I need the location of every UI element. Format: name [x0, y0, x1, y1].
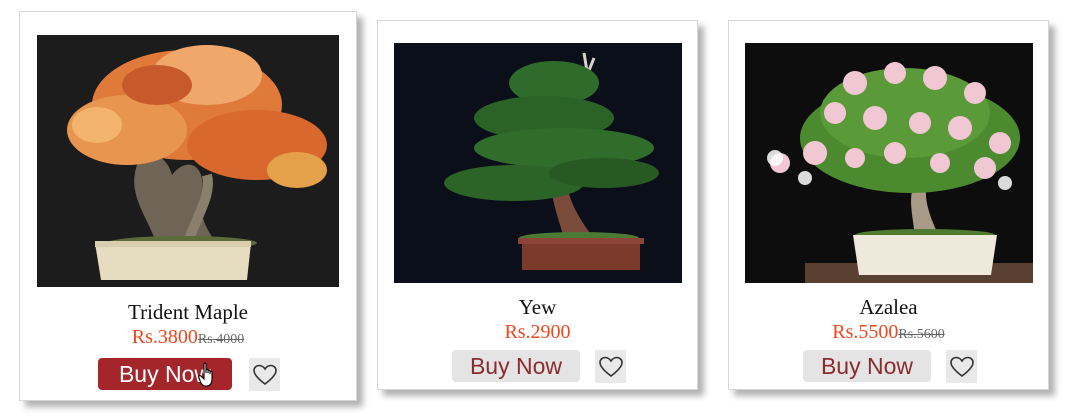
product-old-price: Rs.4000 — [197, 332, 245, 347]
product-name: Yew — [518, 295, 557, 319]
wishlist-button[interactable] — [595, 350, 626, 383]
product-price: Rs.2900 — [504, 321, 571, 343]
product-price: Rs.5500 — [832, 321, 899, 343]
heart-outline-icon — [598, 356, 623, 377]
buy-now-button[interactable]: Buy Now — [452, 350, 580, 382]
wishlist-button[interactable] — [946, 350, 977, 383]
heart-outline-icon — [252, 364, 277, 385]
price-line: Rs.2900 — [378, 321, 697, 344]
product-old-price: Rs.5600 — [898, 327, 945, 342]
product-name: Azalea — [859, 295, 918, 319]
price-line: Rs.5500Rs.5600 — [729, 321, 1048, 344]
heart-outline-icon — [949, 356, 974, 377]
product-card-yew: Yew Rs.2900 Buy Now — [377, 20, 698, 390]
product-image-trident-maple[interactable] — [37, 35, 339, 287]
buy-now-button[interactable]: Buy Now — [803, 350, 931, 382]
wishlist-button[interactable] — [249, 358, 280, 391]
product-price: Rs.3800 — [131, 326, 198, 348]
hand-pointer-cursor — [198, 362, 213, 387]
price-line: Rs.3800Rs.4000 — [20, 326, 356, 349]
product-name: Trident Maple — [128, 300, 248, 324]
product-card-azalea: Azalea Rs.5500Rs.5600 Buy Now — [728, 20, 1049, 390]
product-card-trident-maple: Trident Maple Rs.3800Rs.4000 Buy Now — [19, 11, 357, 401]
product-image-azalea[interactable] — [745, 43, 1033, 283]
product-image-yew[interactable] — [394, 43, 682, 283]
